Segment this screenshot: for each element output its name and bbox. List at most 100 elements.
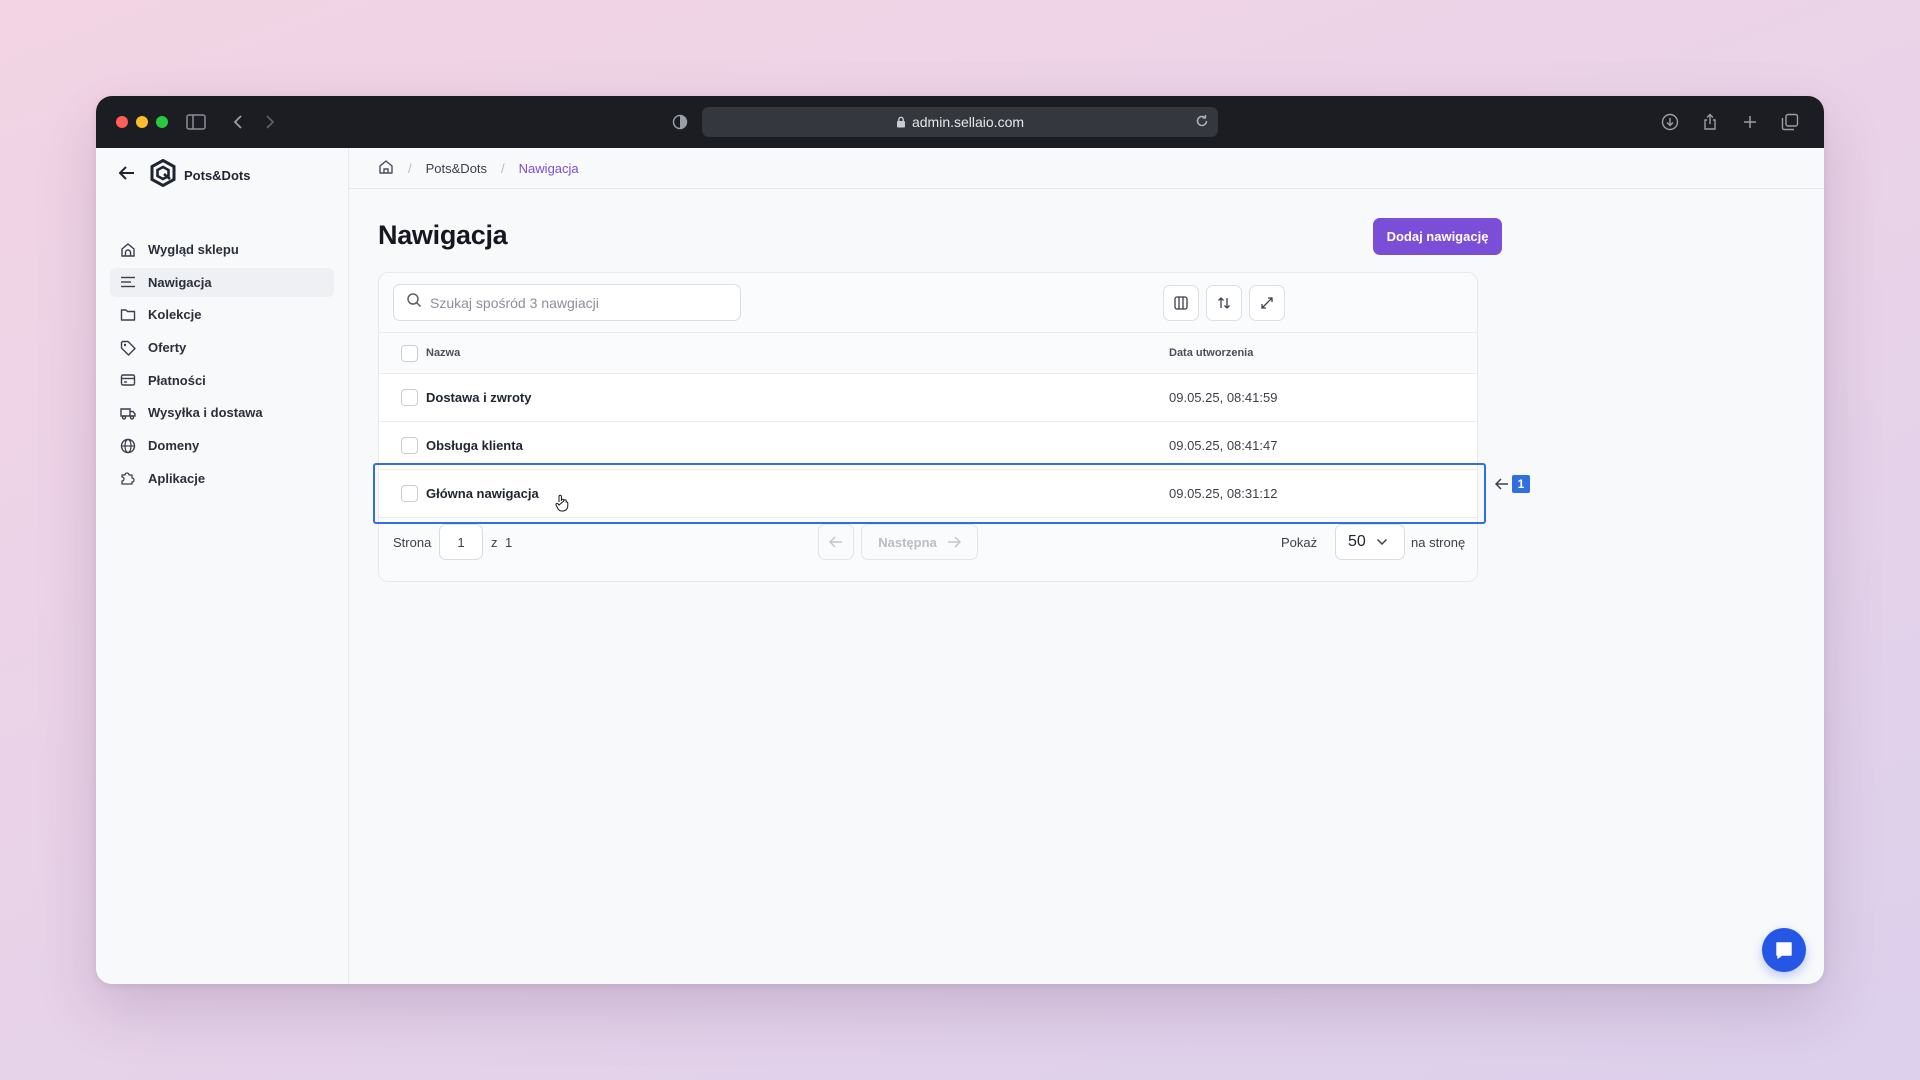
row-created-date: 09.05.25, 08:31:12 — [1169, 486, 1278, 501]
sidebar-item-label: Wygląd sklepu — [148, 242, 239, 257]
table-header: Nazwa Data utworzenia — [379, 332, 1477, 374]
sidebar-item-wysylka[interactable]: Wysyłka i dostawa — [110, 398, 334, 427]
store-brand: Pots&Dots — [118, 158, 251, 188]
minimize-window-button[interactable] — [136, 116, 148, 128]
breadcrumb-store-link[interactable]: Pots&Dots — [426, 161, 487, 176]
annotation-marker: 1 — [1495, 475, 1530, 493]
row-created-date: 09.05.25, 08:41:47 — [1169, 438, 1278, 453]
download-icon[interactable] — [1658, 110, 1682, 134]
main-content: / Pots&Dots / Nawigacja Nawigacja Dodaj … — [349, 148, 1824, 984]
menu-lines-icon — [121, 276, 135, 288]
breadcrumb: / Pots&Dots / Nawigacja — [349, 148, 1824, 189]
table-row[interactable]: Dostawa i zwroty 09.05.25, 08:41:59 — [379, 374, 1477, 422]
next-page-button[interactable]: Następna — [861, 524, 978, 560]
annotation-badge: 1 — [1512, 475, 1530, 493]
sidebar-item-oferty[interactable]: Oferty — [110, 333, 334, 362]
navigation-table-card: Nazwa Data utworzenia Dostawa i zwroty 0… — [378, 272, 1478, 582]
sidebar-item-aplikacje[interactable]: Aplikacje — [110, 464, 334, 493]
folder-icon — [120, 309, 136, 321]
sidebar-item-wyglad-sklepu[interactable]: Wygląd sklepu — [110, 235, 334, 264]
sidebar-item-label: Aplikacje — [148, 470, 206, 486]
page-number-input[interactable] — [439, 524, 483, 560]
browser-window: admin.sellaio.com Pots&Dots Wygląd sklep… — [96, 96, 1824, 984]
sidebar-item-nawigacja[interactable]: Nawigacja — [110, 267, 334, 297]
puzzle-icon — [121, 472, 135, 485]
table-row[interactable]: Obsługa klienta 09.05.25, 08:41:47 — [379, 422, 1477, 470]
search-box — [393, 284, 741, 321]
home-icon[interactable] — [378, 159, 394, 178]
address-bar[interactable]: admin.sellaio.com — [702, 107, 1218, 137]
row-checkbox[interactable] — [401, 389, 418, 406]
tab-overview-icon[interactable] — [1778, 110, 1802, 134]
reload-icon[interactable] — [1194, 113, 1210, 132]
breadcrumb-current: Nawigacja — [518, 160, 579, 176]
column-header-created[interactable]: Data utworzenia — [1169, 347, 1253, 359]
share-icon[interactable] — [1698, 110, 1722, 134]
lock-icon — [896, 116, 905, 128]
page-label: Strona — [393, 535, 432, 550]
sidebar-item-label: Domeny — [148, 438, 200, 454]
sidebar-item-label: Nawigacja — [148, 274, 212, 290]
sidebar-item-platnosci[interactable]: Płatności — [110, 366, 334, 395]
sidebar-item-domeny[interactable]: Domeny — [110, 431, 334, 460]
sidebar-item-kolekcje[interactable]: Kolekcje — [110, 300, 334, 329]
back-nav-icon[interactable] — [226, 110, 250, 134]
fullscreen-button[interactable] — [1249, 285, 1285, 321]
forward-nav-icon[interactable] — [258, 110, 282, 134]
search-input[interactable] — [430, 294, 720, 311]
sidebar-toggle-icon[interactable] — [184, 110, 208, 134]
per-page-suffix: na stronę — [1411, 535, 1466, 550]
total-pages: 1 — [505, 535, 513, 550]
show-label: Pokaż — [1281, 535, 1318, 550]
page-title: Nawigacja — [378, 220, 508, 250]
column-header-name[interactable]: Nazwa — [426, 347, 460, 359]
arrow-right-icon — [947, 536, 961, 548]
row-name[interactable]: Dostawa i zwroty — [426, 390, 531, 405]
row-name[interactable]: Obsługa klienta — [426, 438, 523, 453]
next-page-label: Następna — [878, 534, 937, 550]
sort-button[interactable] — [1206, 285, 1242, 321]
chat-bubble-icon — [1776, 942, 1792, 959]
store-name: Pots&Dots — [184, 167, 251, 183]
sidebar: Pots&Dots Wygląd sklepu Nawigacja Kolekc… — [96, 148, 349, 984]
row-checkbox[interactable] — [401, 485, 418, 502]
credit-card-icon — [120, 374, 136, 386]
select-all-checkbox[interactable] — [401, 345, 418, 362]
storefront-icon — [121, 242, 135, 257]
tag-icon — [120, 340, 136, 356]
arrow-left-icon — [829, 536, 842, 548]
pagination: Strona z 1 Następna Pokaż 50 na stronę — [379, 520, 1477, 560]
chat-support-button[interactable] — [1762, 928, 1806, 972]
columns-button[interactable] — [1163, 285, 1199, 321]
per-page-select[interactable]: 50 — [1335, 524, 1405, 560]
close-window-button[interactable] — [116, 116, 128, 128]
previous-page-button[interactable] — [818, 524, 854, 560]
row-checkbox[interactable] — [401, 437, 418, 454]
back-arrow-icon[interactable] — [118, 165, 136, 186]
expand-icon — [1261, 297, 1273, 309]
truck-icon — [120, 408, 136, 420]
columns-icon — [1174, 296, 1188, 310]
window-controls — [116, 116, 168, 128]
arrow-left-icon — [1495, 478, 1508, 490]
browser-titlebar: admin.sellaio.com — [96, 96, 1824, 148]
privacy-shield-icon[interactable] — [668, 110, 692, 134]
globe-icon — [120, 438, 136, 453]
hand-cursor-icon — [555, 494, 569, 517]
table-row[interactable]: Główna nawigacja 09.05.25, 08:31:12 — [379, 470, 1477, 518]
new-tab-icon[interactable] — [1738, 110, 1762, 134]
row-name[interactable]: Główna nawigacja — [426, 486, 539, 501]
sidebar-item-label: Płatności — [148, 372, 206, 388]
sidebar-item-label: Kolekcje — [148, 307, 202, 323]
sidebar-item-label: Wysyłka i dostawa — [148, 405, 263, 421]
store-logo-icon — [150, 158, 176, 192]
sidebar-nav: Wygląd sklepu Nawigacja Kolekcje Oferty … — [110, 235, 334, 497]
url-text: admin.sellaio.com — [911, 114, 1025, 130]
add-navigation-button[interactable]: Dodaj nawigację — [1373, 218, 1502, 255]
row-created-date: 09.05.25, 08:41:59 — [1169, 390, 1278, 405]
breadcrumb-separator: / — [501, 160, 505, 176]
sidebar-item-label: Oferty — [148, 340, 187, 356]
maximize-window-button[interactable] — [156, 116, 168, 128]
chevron-down-icon — [1376, 538, 1387, 546]
breadcrumb-separator: / — [408, 160, 412, 176]
